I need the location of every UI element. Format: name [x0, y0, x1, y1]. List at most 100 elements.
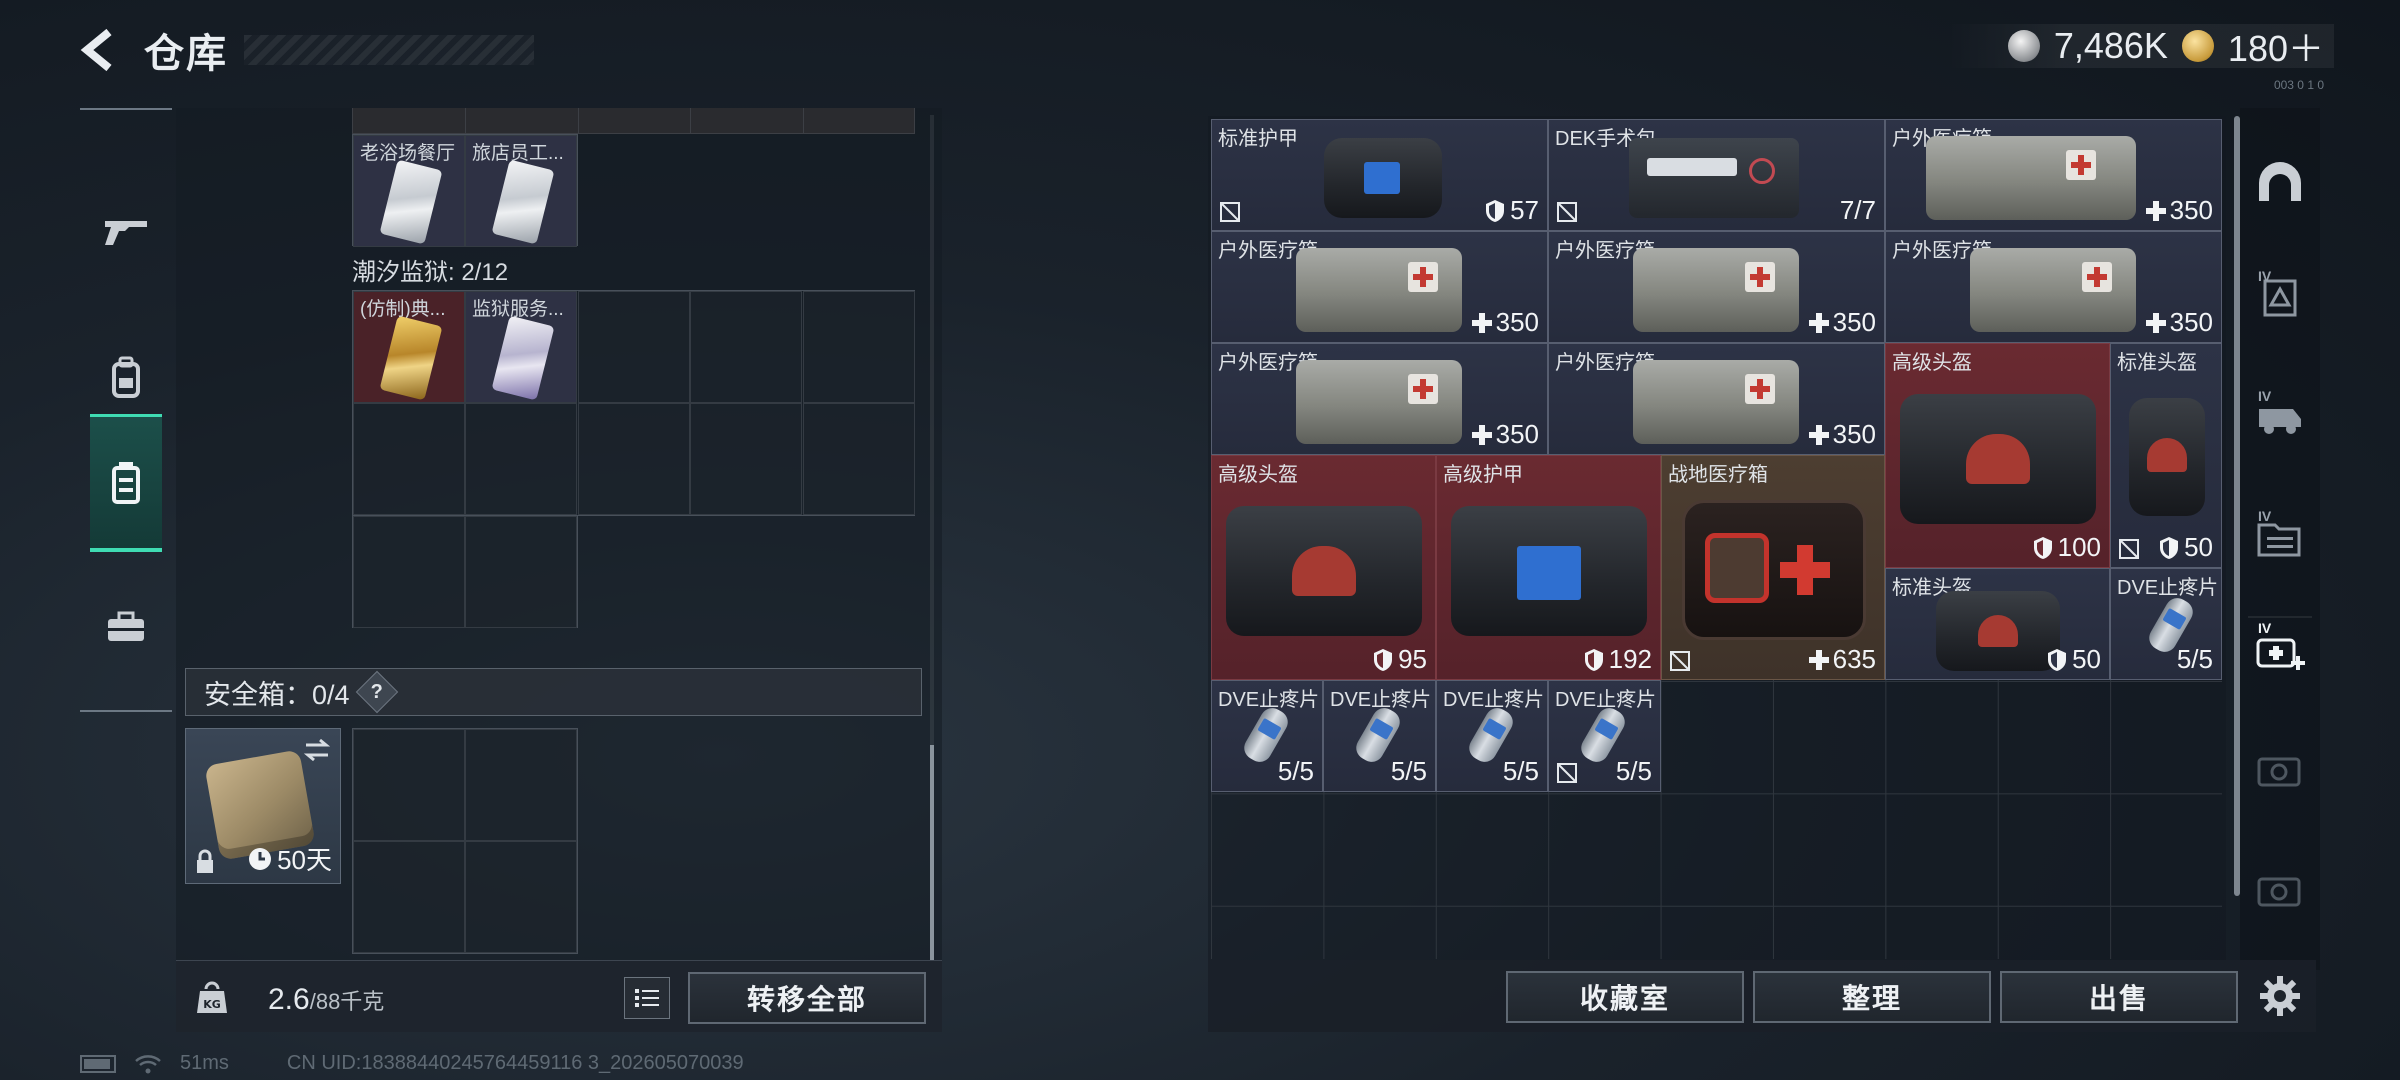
- heal-value: 350: [1808, 307, 1876, 338]
- stash-tab-2[interactable]: IV: [2248, 386, 2312, 450]
- back-button[interactable]: [76, 27, 122, 73]
- stash-item[interactable]: DVE止疼片 5/5: [1436, 680, 1548, 792]
- currency-bar: 7,486K 180＋: [1947, 24, 2334, 69]
- swap-icon[interactable]: [302, 737, 332, 763]
- partial-row: [352, 108, 915, 134]
- stash-item[interactable]: 户外医疗箱 350: [1885, 231, 2222, 343]
- no-insure-icon: [1557, 763, 1577, 783]
- container-scroll-thumb[interactable]: [930, 745, 934, 960]
- stash-item[interactable]: DVE止疼片 5/5: [2110, 568, 2222, 680]
- stash-tab-1[interactable]: IV: [2248, 266, 2312, 330]
- transfer-all-button[interactable]: 转移全部: [688, 972, 926, 1024]
- stash-item[interactable]: DEK手术包 7/7: [1548, 119, 1885, 231]
- empty-slot[interactable]: [465, 516, 577, 628]
- uses-value: 5/5: [1277, 756, 1314, 786]
- stash-item[interactable]: DVE止疼片 5/5: [1548, 680, 1661, 792]
- heal-value: 635: [1808, 644, 1876, 675]
- help-button[interactable]: ?: [355, 670, 398, 714]
- shield-icon: [1584, 648, 1603, 671]
- header-decoration: [244, 35, 534, 65]
- bottom-right-bar: 收藏室 整理 出售: [1208, 960, 2316, 1032]
- empty-slot[interactable]: [353, 729, 465, 841]
- empty-slot[interactable]: [690, 403, 802, 515]
- empty-slot[interactable]: [353, 841, 465, 953]
- uses-value: 5/5: [1502, 756, 1539, 786]
- nav-toolbox[interactable]: [90, 558, 162, 696]
- stash-item[interactable]: 战地医疗箱 635: [1661, 455, 1885, 680]
- list-view-button[interactable]: [624, 977, 670, 1019]
- empty-slot[interactable]: [465, 729, 577, 841]
- svg-text:KG: KG: [203, 998, 221, 1011]
- empty-slot[interactable]: [465, 403, 577, 515]
- durability-value: 50: [2046, 644, 2101, 675]
- empty-slot[interactable]: [578, 291, 690, 403]
- nav-weapons[interactable]: [90, 162, 162, 300]
- empty-slot[interactable]: [690, 291, 802, 403]
- stash-item[interactable]: 高级头盔 100: [1885, 343, 2110, 568]
- stash-item[interactable]: 户外医疗箱 350: [1548, 231, 1885, 343]
- stash-item[interactable]: 户外医疗箱 350: [1211, 231, 1548, 343]
- stash-item[interactable]: 标准护甲 57: [1211, 119, 1548, 231]
- empty-slot[interactable]: [578, 403, 690, 515]
- gold-amount[interactable]: 180＋: [2228, 20, 2324, 72]
- uses-value: 5/5: [2176, 644, 2213, 674]
- settings-button[interactable]: [2256, 972, 2304, 1020]
- no-insure-icon: [1220, 202, 1240, 222]
- surgery-kit-icon: [1629, 138, 1799, 218]
- stash-item[interactable]: DVE止疼片 5/5: [1211, 680, 1323, 792]
- collection-room-button[interactable]: 收藏室: [1506, 971, 1744, 1023]
- stash-item[interactable]: 标准头盔 50: [1885, 568, 2110, 680]
- medkit-icon: [1970, 248, 2136, 332]
- keycard-item[interactable]: 旅店员工...: [465, 135, 577, 247]
- helmet-icon: [1226, 506, 1422, 636]
- organize-button[interactable]: 整理: [1753, 971, 1991, 1023]
- no-insure-icon: [1557, 202, 1577, 222]
- empty-slot[interactable]: [465, 841, 577, 953]
- stash-tab-5[interactable]: [2248, 738, 2312, 802]
- container-icon: [112, 461, 140, 504]
- header: 仓库: [76, 22, 534, 78]
- stash-item[interactable]: 户外医疗箱 350: [1885, 119, 2222, 231]
- heal-value: 350: [1808, 419, 1876, 450]
- sell-button[interactable]: 出售: [2000, 971, 2238, 1023]
- safe-box-label: 安全箱：0/4: [204, 679, 350, 710]
- durability-value: 192: [1583, 644, 1652, 675]
- stash-item[interactable]: 标准头盔 50: [2110, 343, 2222, 568]
- uses-value: 5/5: [1615, 756, 1652, 786]
- stash-tab-medical[interactable]: IV: [2248, 616, 2312, 680]
- keycard-item[interactable]: (仿制)典...: [353, 291, 465, 403]
- keycard-item[interactable]: 老浴场餐厅: [353, 135, 465, 247]
- section-title: 潮汐监狱: 2/12: [352, 259, 509, 286]
- no-insure-icon: [2119, 539, 2139, 559]
- gear-box-icon: [2257, 757, 2301, 787]
- stash-tab-6[interactable]: [2248, 858, 2312, 922]
- keycard-item[interactable]: 监狱服务...: [465, 291, 577, 403]
- stash-item[interactable]: 户外医疗箱 350: [1211, 343, 1548, 455]
- keycard-icon: [379, 159, 443, 245]
- stash-item[interactable]: 户外医疗箱 350: [1548, 343, 1885, 455]
- stash-item[interactable]: DVE止疼片 5/5: [1323, 680, 1436, 792]
- medkit-icon: [1633, 360, 1799, 444]
- empty-slot[interactable]: [803, 403, 915, 515]
- plus-icon: [1808, 649, 1829, 670]
- weight-icon: KG: [197, 981, 227, 1013]
- safe-box-bar: 安全箱：0/4 ?: [185, 668, 922, 716]
- nav-containers[interactable]: [90, 414, 162, 552]
- toolbox-icon: [108, 611, 144, 641]
- stash-tab-3[interactable]: IV: [2248, 506, 2312, 570]
- expiry-badge: 50天: [247, 840, 332, 877]
- stash-item[interactable]: 高级护甲 192: [1436, 455, 1661, 680]
- safe-box-item[interactable]: 50天: [185, 728, 341, 884]
- stash-item[interactable]: 高级头盔 95: [1211, 455, 1436, 680]
- silver-coin-icon: [2007, 30, 2040, 62]
- item-group-2-extra: [352, 516, 578, 628]
- stash-tab-all[interactable]: [2248, 150, 2312, 214]
- armor-icon: [1451, 506, 1647, 636]
- helmet-icon: [2129, 398, 2205, 516]
- empty-slot[interactable]: [803, 291, 915, 403]
- empty-slot[interactable]: [353, 516, 465, 628]
- gear-icon: [2260, 976, 2300, 1016]
- list-icon: [635, 989, 659, 1007]
- empty-slot[interactable]: [353, 403, 465, 515]
- uid-text: CN UID:18388440245764459116 3_2026050700…: [286, 1052, 744, 1074]
